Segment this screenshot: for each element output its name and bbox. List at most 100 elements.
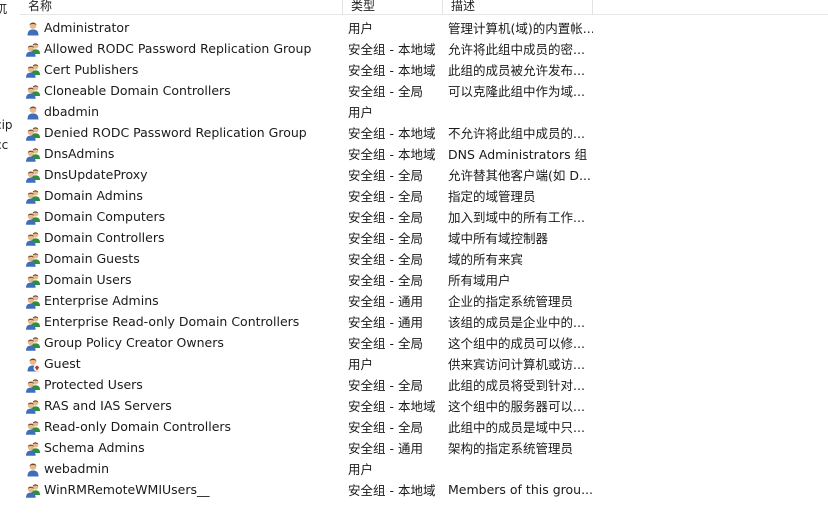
column-header-name[interactable]: 名称	[20, 0, 343, 14]
item-name-cell: Read-only Domain Controllers	[20, 419, 343, 435]
item-description: 此组的成员将受到针对...	[448, 378, 585, 393]
item-type: 用户	[348, 105, 374, 120]
column-header-type[interactable]: 类型	[343, 0, 443, 14]
item-type: 安全组 - 本地域	[348, 147, 436, 162]
item-description: 管理计算机(域)的内置帐...	[448, 21, 593, 36]
item-name-cell: Enterprise Admins	[20, 293, 343, 309]
item-name: WinRMRemoteWMIUsers__	[44, 482, 210, 497]
list-item[interactable]: DnsUpdateProxy 安全组 - 全局 允许替其他客户端(如 D...	[20, 164, 828, 185]
group-icon	[25, 62, 44, 78]
list-item[interactable]: Schema Admins 安全组 - 通用 架构的指定系统管理员	[20, 437, 828, 458]
group-icon	[25, 251, 44, 267]
list-item[interactable]: Domain Guests 安全组 - 全局 域的所有来宾	[20, 248, 828, 269]
group-icon	[25, 293, 44, 309]
item-name-cell: Domain Guests	[20, 251, 343, 267]
list-item[interactable]: Enterprise Admins 安全组 - 通用 企业的指定系统管理员	[20, 290, 828, 311]
item-name: webadmin	[44, 461, 110, 476]
item-type: 安全组 - 全局	[348, 168, 423, 183]
item-name: Domain Guests	[44, 251, 140, 266]
list-item[interactable]: Domain Users 安全组 - 全局 所有域用户	[20, 269, 828, 290]
group-icon	[25, 83, 44, 99]
list-item[interactable]: Protected Users 安全组 - 全局 此组的成员将受到针对...	[20, 374, 828, 395]
list-item[interactable]: webadmin 用户	[20, 458, 828, 479]
group-icon	[25, 377, 44, 393]
item-description: 域的所有来宾	[448, 252, 524, 267]
item-type: 安全组 - 本地域	[348, 483, 436, 498]
item-name: Read-only Domain Controllers	[44, 419, 232, 434]
group-icon	[25, 419, 44, 435]
group-icon	[25, 440, 44, 456]
list-item[interactable]: Read-only Domain Controllers 安全组 - 全局 此组中的…	[20, 416, 828, 437]
item-description: 该组的成员是企业中的...	[448, 315, 585, 330]
item-name: Enterprise Read-only Domain Controllers	[44, 314, 300, 329]
list-item[interactable]: Domain Controllers 安全组 - 全局 域中所有域控制器	[20, 227, 828, 248]
item-name-cell: Allowed RODC Password Replication Group	[20, 41, 343, 57]
item-name: Schema Admins	[44, 440, 145, 455]
item-name: Cert Publishers	[44, 62, 139, 77]
left-pane-text: cip	[0, 118, 13, 132]
item-type: 安全组 - 全局	[348, 231, 423, 246]
column-header-description[interactable]: 描述	[443, 0, 593, 14]
item-description: 企业的指定系统管理员	[448, 294, 574, 309]
item-name-cell: Domain Admins	[20, 188, 343, 204]
item-description: 所有域用户	[448, 273, 511, 288]
item-type: 安全组 - 本地域	[348, 126, 436, 141]
item-name: Cloneable Domain Controllers	[44, 83, 231, 98]
item-name: Administrator	[44, 20, 130, 35]
left-pane-text: 杌	[0, 2, 8, 16]
item-description: 这个组中的成员可以修...	[448, 336, 585, 351]
list-item[interactable]: Guest 用户 供来宾访问计算机或访...	[20, 353, 828, 374]
item-type: 安全组 - 全局	[348, 378, 423, 393]
list-item[interactable]: Group Policy Creator Owners 安全组 - 全局 这个组中的…	[20, 332, 828, 353]
item-name: Domain Controllers	[44, 230, 165, 245]
item-name: Group Policy Creator Owners	[44, 335, 224, 350]
item-name-cell: DnsAdmins	[20, 146, 343, 162]
list-item[interactable]: Enterprise Read-only Domain Controllers 安…	[20, 311, 828, 332]
item-name-cell: Domain Controllers	[20, 230, 343, 246]
item-description: 供来宾访问计算机或访...	[448, 357, 585, 372]
item-name-cell: Group Policy Creator Owners	[20, 335, 343, 351]
item-name: DnsAdmins	[44, 146, 115, 161]
list-item[interactable]: Domain Admins 安全组 - 全局 指定的域管理员	[20, 185, 828, 206]
item-name-cell: Schema Admins	[20, 440, 343, 456]
list-item[interactable]: RAS and IAS Servers 安全组 - 本地域 这个组中的服务器可以..…	[20, 395, 828, 416]
list-item[interactable]: DnsAdmins 安全组 - 本地域 DNS Administrators 组	[20, 143, 828, 164]
item-name-cell: DnsUpdateProxy	[20, 167, 343, 183]
group-icon	[25, 398, 44, 414]
group-icon	[25, 41, 44, 57]
list-item[interactable]: Denied RODC Password Replication Group 安全…	[20, 122, 828, 143]
item-name-cell: Denied RODC Password Replication Group	[20, 125, 343, 141]
item-name: Domain Computers	[44, 209, 166, 224]
list-item[interactable]: Cert Publishers 安全组 - 本地域 此组的成员被允许发布...	[20, 59, 828, 80]
item-description: 架构的指定系统管理员	[448, 441, 574, 456]
item-name: Enterprise Admins	[44, 293, 159, 308]
objects-list-view[interactable]: 名称 类型 描述 Administrator 用户 管理计算机(域)的内置帐... A…	[20, 0, 828, 520]
item-type: 用户	[348, 462, 374, 477]
item-type: 安全组 - 全局	[348, 420, 423, 435]
item-name: Guest	[44, 356, 81, 371]
item-type: 安全组 - 全局	[348, 84, 423, 99]
group-icon	[25, 314, 44, 330]
item-type: 安全组 - 通用	[348, 315, 423, 330]
list-item[interactable]: Administrator 用户 管理计算机(域)的内置帐...	[20, 17, 828, 38]
item-name: Allowed RODC Password Replication Group	[44, 41, 312, 56]
left-pane-text: cc	[0, 138, 9, 152]
item-description: 允许将此组中成员的密...	[448, 42, 585, 57]
item-name: Domain Users	[44, 272, 132, 287]
item-description: 加入到域中的所有工作...	[448, 210, 585, 225]
group-icon	[25, 482, 44, 498]
item-name-cell: Protected Users	[20, 377, 343, 393]
item-type: 安全组 - 全局	[348, 189, 423, 204]
list-item[interactable]: Domain Computers 安全组 - 全局 加入到域中的所有工作...	[20, 206, 828, 227]
group-icon	[25, 230, 44, 246]
item-name: Protected Users	[44, 377, 143, 392]
list-item[interactable]: WinRMRemoteWMIUsers__ 安全组 - 本地域 Members of…	[20, 479, 828, 500]
list-body: Administrator 用户 管理计算机(域)的内置帐... Allowed RO…	[20, 17, 828, 500]
list-item[interactable]: Cloneable Domain Controllers 安全组 - 全局 可以克隆…	[20, 80, 828, 101]
list-item[interactable]: Allowed RODC Password Replication Group 安…	[20, 38, 828, 59]
item-type: 安全组 - 本地域	[348, 63, 436, 78]
item-type: 用户	[348, 21, 374, 36]
item-type: 安全组 - 全局	[348, 273, 423, 288]
item-type: 安全组 - 通用	[348, 441, 423, 456]
list-item[interactable]: dbadmin 用户	[20, 101, 828, 122]
